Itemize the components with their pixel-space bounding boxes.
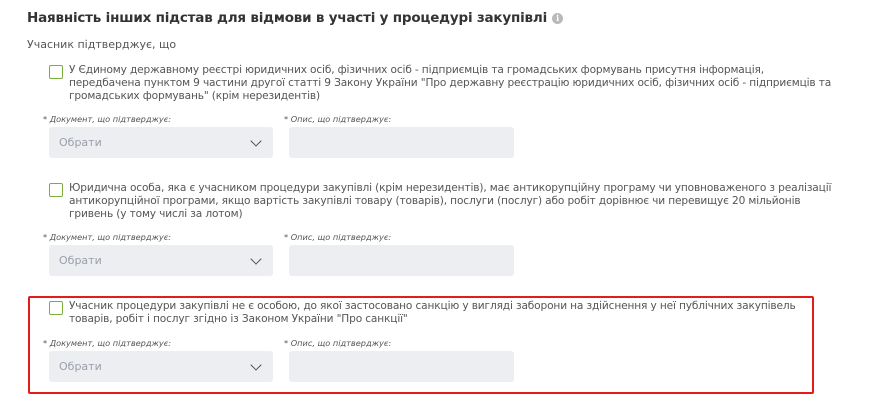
section-title-text: Наявність інших підстав для відмови в уч… [27,10,548,26]
description-input-3[interactable] [289,351,514,382]
chevron-down-icon [250,134,262,147]
document-select-3[interactable]: Обрати [49,351,273,382]
doc-label-1: * Документ, що підтверджує: [43,114,172,124]
check-text-line: У Єдиному державному реєстрі юридичних о… [69,64,764,76]
check-text-3: Учасник процедури закупівлі не є особою,… [69,300,796,326]
checkbox-3[interactable] [49,301,63,315]
check-text-line: гривень (у тому числі за лотом) [69,208,243,220]
doc-label-3: * Документ, що підтверджує: [43,338,172,348]
check-row-3: Учасник процедури закупівлі не є особою,… [49,300,796,326]
desc-label-1: * Опис, що підтверджує: [284,114,392,124]
chevron-down-icon [250,358,262,371]
section-subtitle: Учасник підтверджує, що [27,38,177,51]
select-value: Обрати [59,254,102,267]
check-text-line: антикорупційної програми, якщо вартість … [69,195,801,207]
select-value: Обрати [59,360,102,373]
check-text-line: Юридична особа, яка є учасником процедур… [69,182,832,194]
desc-label-2: * Опис, що підтверджує: [284,232,392,242]
check-row-1: У Єдиному державному реєстрі юридичних о… [49,64,831,103]
checkbox-1[interactable] [49,65,63,79]
document-select-1[interactable]: Обрати [49,127,273,158]
description-input-1[interactable] [289,127,514,158]
checkbox-2[interactable] [49,183,63,197]
chevron-down-icon [250,252,262,265]
check-text-line: громадських формувань" (крім нерезиденті… [69,90,320,102]
check-text-1: У Єдиному державному реєстрі юридичних о… [69,64,831,103]
check-text-line: Учасник процедури закупівлі не є особою,… [69,300,796,312]
document-select-2[interactable]: Обрати [49,245,273,276]
check-text-2: Юридична особа, яка є учасником процедур… [69,182,831,221]
doc-label-2: * Документ, що підтверджує: [43,232,172,242]
select-value: Обрати [59,136,102,149]
check-text-line: товарів, робіт і послуг згідно із Законо… [69,313,408,325]
check-text-line: передбачена пунктом 9 частини другої ста… [69,77,832,89]
desc-label-3: * Опис, що підтверджує: [284,338,392,348]
check-row-2: Юридична особа, яка є учасником процедур… [49,182,831,221]
description-input-2[interactable] [289,245,514,276]
info-icon[interactable]: i [552,12,564,24]
section-title: Наявність інших підстав для відмови в уч… [27,10,564,26]
